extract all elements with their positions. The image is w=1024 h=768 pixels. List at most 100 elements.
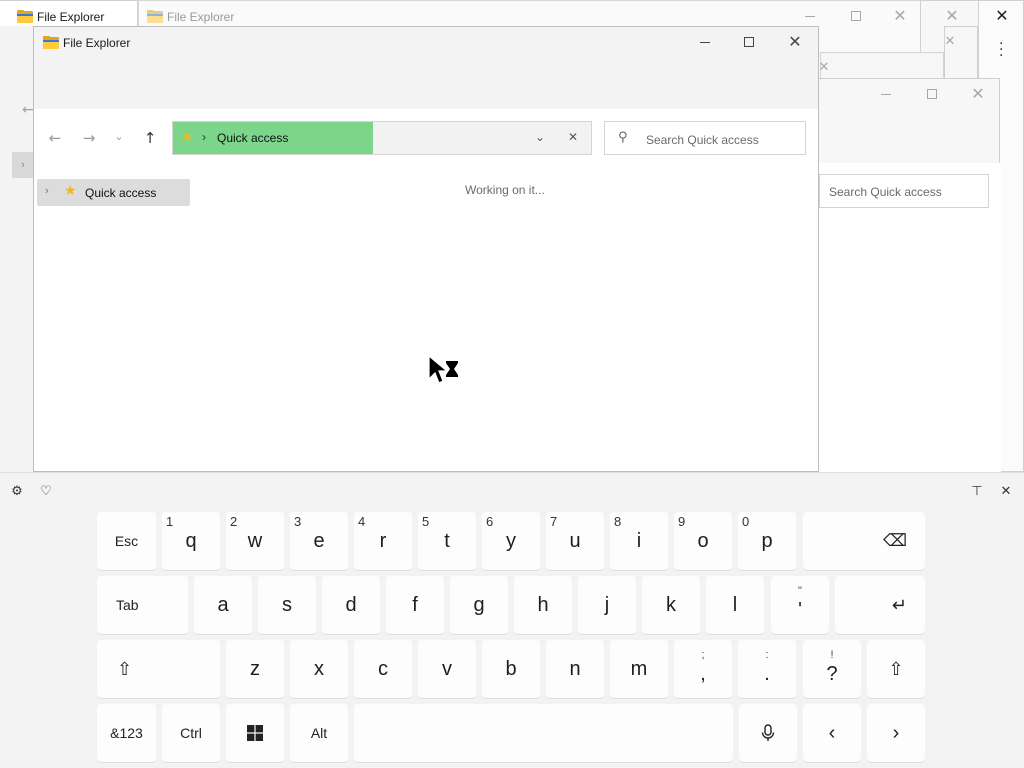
emoji-panel-icon[interactable]: ♡ <box>36 481 56 501</box>
key-q[interactable]: 1q <box>162 512 220 570</box>
key-m[interactable]: m <box>610 640 668 698</box>
chevron-down-icon[interactable]: ⌄ <box>535 130 545 144</box>
expand-panel-button[interactable]: › <box>12 152 34 178</box>
left-arrow-key[interactable]: ‹ <box>803 704 861 762</box>
key-e[interactable]: 3e <box>290 512 348 570</box>
close-button[interactable]: ✕ <box>955 79 1001 109</box>
busy-cursor-icon <box>428 355 458 384</box>
touch-keyboard[interactable]: ⚙ ♡ ⊤ ✕ Esc 1q 2w 3e 4r 5t 6y 7u 8i 9o 0… <box>0 472 1024 768</box>
right-arrow-key[interactable]: › <box>867 704 925 762</box>
key-l[interactable]: l <box>706 576 764 634</box>
key-y[interactable]: 6y <box>482 512 540 570</box>
file-explorer-window[interactable]: File Explorer ✕ <box>33 26 819 472</box>
chevron-right-icon[interactable]: › <box>45 185 49 197</box>
key-d[interactable]: d <box>322 576 380 634</box>
key-i[interactable]: 8i <box>610 512 668 570</box>
maximize-button[interactable] <box>833 1 879 31</box>
key-b[interactable]: b <box>482 640 540 698</box>
content-pane <box>819 163 1001 473</box>
shift-icon: ⇧ <box>117 658 133 679</box>
address-bar[interactable]: ★ › Quick access ⌄ ✕ <box>172 121 592 155</box>
key-o[interactable]: 9o <box>674 512 732 570</box>
key-r[interactable]: 4r <box>354 512 412 570</box>
search-input[interactable]: Search Quick access <box>819 174 989 208</box>
dock-keyboard-icon[interactable]: ⊤ <box>967 481 987 501</box>
enter-key[interactable]: ↵ <box>835 576 925 634</box>
status-text: Working on it... <box>465 183 545 197</box>
background-explorer-window[interactable]: ✕ Search Quick access <box>818 78 1001 473</box>
window-title: File Explorer <box>37 10 105 24</box>
backspace-key[interactable]: ⌫ <box>803 512 925 570</box>
alt-key[interactable]: Alt <box>290 704 348 762</box>
window-title: File Explorer <box>63 36 131 50</box>
title-bar[interactable]: File Explorer ✕ <box>34 27 818 109</box>
key-question[interactable]: !? <box>803 640 861 698</box>
search-placeholder: Search Quick access <box>646 133 759 147</box>
chevron-left-icon: ‹ <box>828 721 836 744</box>
key-u[interactable]: 7u <box>546 512 604 570</box>
background-window-left-edge: ← › <box>0 26 36 472</box>
key-w[interactable]: 2w <box>226 512 284 570</box>
search-input[interactable]: ⚲ Search Quick access <box>604 121 806 155</box>
key-comma[interactable]: ;, <box>674 640 732 698</box>
close-button[interactable]: ✕ <box>927 27 973 55</box>
close-button[interactable]: ✕ <box>877 1 923 31</box>
tree-item-quick-access[interactable]: › ★ Quick access <box>37 179 190 206</box>
recent-locations-button[interactable]: ⌄ <box>107 122 131 150</box>
star-icon: ★ <box>181 129 194 145</box>
maximize-button[interactable] <box>909 79 955 109</box>
key-h[interactable]: h <box>514 576 572 634</box>
key-g[interactable]: g <box>450 576 508 634</box>
star-icon: ★ <box>64 183 77 199</box>
key-apostrophe[interactable]: " ' <box>771 576 829 634</box>
window-title: File Explorer <box>167 10 235 24</box>
spacebar[interactable] <box>354 704 733 762</box>
ctrl-key[interactable]: Ctrl <box>162 704 220 762</box>
folder-icon <box>43 36 59 49</box>
key-p[interactable]: 0p <box>738 512 796 570</box>
search-icon: ⚲ <box>618 130 628 145</box>
tree-item-label: Quick access <box>85 186 157 200</box>
settings-icon[interactable]: ⚙ <box>7 481 27 501</box>
key-k[interactable]: k <box>642 576 700 634</box>
chevron-right-icon: › <box>892 721 900 744</box>
key-n[interactable]: n <box>546 640 604 698</box>
close-keyboard-icon[interactable]: ✕ <box>996 481 1016 501</box>
up-button[interactable]: ↑ <box>136 124 164 152</box>
microphone-key[interactable] <box>739 704 797 762</box>
folder-icon <box>147 10 163 23</box>
more-options-icon[interactable]: · · · <box>999 37 1003 63</box>
forward-button[interactable]: → <box>75 124 103 152</box>
key-a[interactable]: a <box>194 576 252 634</box>
background-window-5[interactable]: ✕ <box>819 52 944 80</box>
key-f[interactable]: f <box>386 576 444 634</box>
key-c[interactable]: c <box>354 640 412 698</box>
right-shift-key[interactable]: ⇧ <box>867 640 925 698</box>
key-x[interactable]: x <box>290 640 348 698</box>
microphone-icon <box>761 724 775 741</box>
minimize-button[interactable] <box>682 27 728 57</box>
key-t[interactable]: 5t <box>418 512 476 570</box>
key-j[interactable]: j <box>578 576 636 634</box>
maximize-button[interactable] <box>726 27 772 57</box>
breadcrumb-separator: › <box>202 130 206 144</box>
windows-logo-icon <box>247 725 263 741</box>
symbols-key[interactable]: &123 <box>97 704 156 762</box>
key-v[interactable]: v <box>418 640 476 698</box>
close-button[interactable]: ✕ <box>979 1 1024 31</box>
key-s[interactable]: s <box>258 576 316 634</box>
backspace-icon: ⌫ <box>882 531 907 550</box>
key-z[interactable]: z <box>226 640 284 698</box>
minimize-button[interactable] <box>863 79 909 109</box>
folder-icon <box>17 10 33 23</box>
back-button[interactable]: ← <box>41 124 69 152</box>
shift-icon: ⇧ <box>888 658 904 679</box>
clear-address-icon[interactable]: ✕ <box>568 130 578 144</box>
windows-key[interactable] <box>226 704 284 762</box>
key-tab[interactable]: Tab <box>97 576 188 634</box>
breadcrumb-quick-access[interactable]: Quick access <box>217 131 288 145</box>
left-shift-key[interactable]: ⇧ <box>97 640 220 698</box>
key-period[interactable]: :. <box>738 640 796 698</box>
close-button[interactable]: ✕ <box>772 27 818 57</box>
key-esc[interactable]: Esc <box>97 512 156 570</box>
